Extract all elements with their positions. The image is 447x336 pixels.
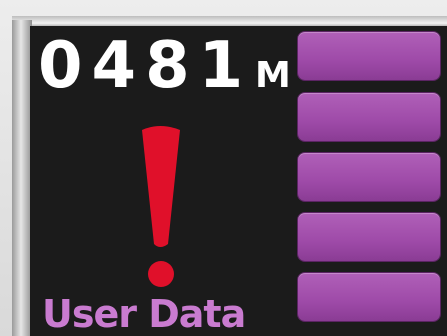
counter-value: 0481 — [38, 29, 253, 103]
lcd-screen: 0481 M User Data — [30, 26, 447, 336]
softkey-column — [298, 32, 447, 336]
softkey-4[interactable] — [298, 213, 440, 261]
softkey-5[interactable] — [298, 273, 440, 321]
softkey-3[interactable] — [298, 153, 440, 201]
exclamation-icon — [142, 126, 180, 287]
counter-unit: M — [255, 55, 291, 96]
user-data-label: User Data — [42, 292, 246, 336]
left-bezel — [12, 20, 32, 336]
softkey-2[interactable] — [298, 93, 440, 141]
softkey-1[interactable] — [298, 32, 440, 80]
